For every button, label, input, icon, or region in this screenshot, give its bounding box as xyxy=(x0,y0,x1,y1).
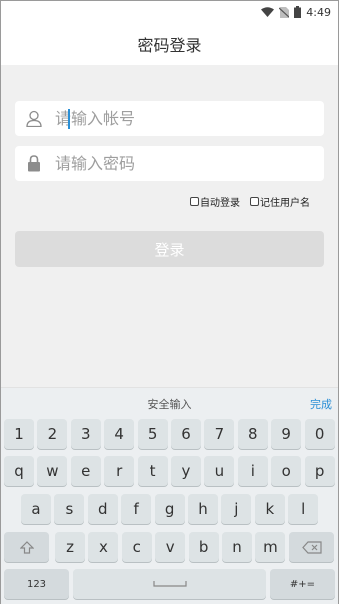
key-j[interactable]: j xyxy=(221,494,252,524)
status-bar: 4:49 xyxy=(1,1,338,23)
key-k[interactable]: k xyxy=(254,494,285,524)
login-options: 自动登录 记住用户名 xyxy=(190,194,310,209)
battery-icon xyxy=(294,6,302,18)
user-icon xyxy=(17,101,51,136)
key-d[interactable]: d xyxy=(87,494,118,524)
no-sim-icon xyxy=(279,6,290,18)
key-u[interactable]: u xyxy=(204,456,235,486)
key-5[interactable]: 5 xyxy=(137,419,168,449)
space-key[interactable] xyxy=(73,569,266,599)
key-p[interactable]: p xyxy=(304,456,335,486)
key-t[interactable]: t xyxy=(137,456,168,486)
key-o[interactable]: o xyxy=(271,456,302,486)
remember-username-label: 记住用户名 xyxy=(260,198,310,209)
key-0[interactable]: 0 xyxy=(304,419,335,449)
login-button[interactable]: 登录 xyxy=(15,231,324,267)
remember-username-checkbox[interactable] xyxy=(250,197,259,206)
key-e[interactable]: e xyxy=(70,456,101,486)
secure-keyboard: 安全输入 完成 1234567890qwertyuiopasdfghjklzxc… xyxy=(1,387,338,604)
key-a[interactable]: a xyxy=(21,494,51,524)
key-m[interactable]: m xyxy=(255,532,286,562)
key-g[interactable]: g xyxy=(154,494,185,524)
key-i[interactable]: i xyxy=(237,456,268,486)
auto-login-label: 自动登录 xyxy=(200,198,240,209)
text-caret xyxy=(68,109,70,129)
key-q[interactable]: q xyxy=(4,456,34,486)
key-9[interactable]: 9 xyxy=(271,419,302,449)
shift-icon xyxy=(19,540,34,554)
key-w[interactable]: w xyxy=(37,456,68,486)
auto-login-checkbox[interactable] xyxy=(190,197,199,206)
key-2[interactable]: 2 xyxy=(37,419,68,449)
space-bar-icon xyxy=(152,581,187,587)
key-s[interactable]: s xyxy=(54,494,85,524)
key-f[interactable]: f xyxy=(121,494,152,524)
key-c[interactable]: c xyxy=(121,532,152,562)
backspace-icon xyxy=(301,540,322,554)
password-field xyxy=(15,146,324,181)
keyboard-done-button[interactable]: 完成 xyxy=(310,396,332,412)
auto-login-option[interactable]: 自动登录 xyxy=(190,194,240,209)
numbers-key[interactable]: 123 xyxy=(4,569,69,599)
shift-key[interactable] xyxy=(4,532,49,562)
page-title: 密码登录 xyxy=(137,36,202,55)
key-x[interactable]: x xyxy=(88,532,119,562)
clock-time: 4:49 xyxy=(306,5,331,19)
remember-username-option[interactable]: 记住用户名 xyxy=(250,194,310,209)
key-y[interactable]: y xyxy=(171,456,201,486)
lock-icon xyxy=(17,146,51,181)
key-4[interactable]: 4 xyxy=(104,419,135,449)
key-z[interactable]: z xyxy=(55,532,85,562)
key-l[interactable]: l xyxy=(288,494,319,524)
account-input[interactable] xyxy=(55,101,324,136)
key-n[interactable]: n xyxy=(222,532,252,562)
key-r[interactable]: r xyxy=(104,456,135,486)
backspace-key[interactable] xyxy=(289,532,334,562)
keyboard-header: 安全输入 完成 xyxy=(1,388,338,416)
wifi-icon xyxy=(261,7,275,17)
key-6[interactable]: 6 xyxy=(171,419,201,449)
app-window: 4:49 密码登录 自动登录 记住用户名 登录 安全输入 完成 1234567 xyxy=(0,0,339,604)
key-b[interactable]: b xyxy=(188,532,219,562)
keyboard-title: 安全输入 xyxy=(147,398,192,411)
account-field xyxy=(15,101,324,136)
symbols-key[interactable]: #+= xyxy=(270,569,335,599)
key-1[interactable]: 1 xyxy=(4,419,34,449)
password-input[interactable] xyxy=(55,146,324,181)
key-7[interactable]: 7 xyxy=(204,419,235,449)
key-8[interactable]: 8 xyxy=(237,419,268,449)
title-bar: 密码登录 xyxy=(1,23,338,65)
key-v[interactable]: v xyxy=(155,532,186,562)
key-3[interactable]: 3 xyxy=(70,419,101,449)
key-h[interactable]: h xyxy=(188,494,218,524)
